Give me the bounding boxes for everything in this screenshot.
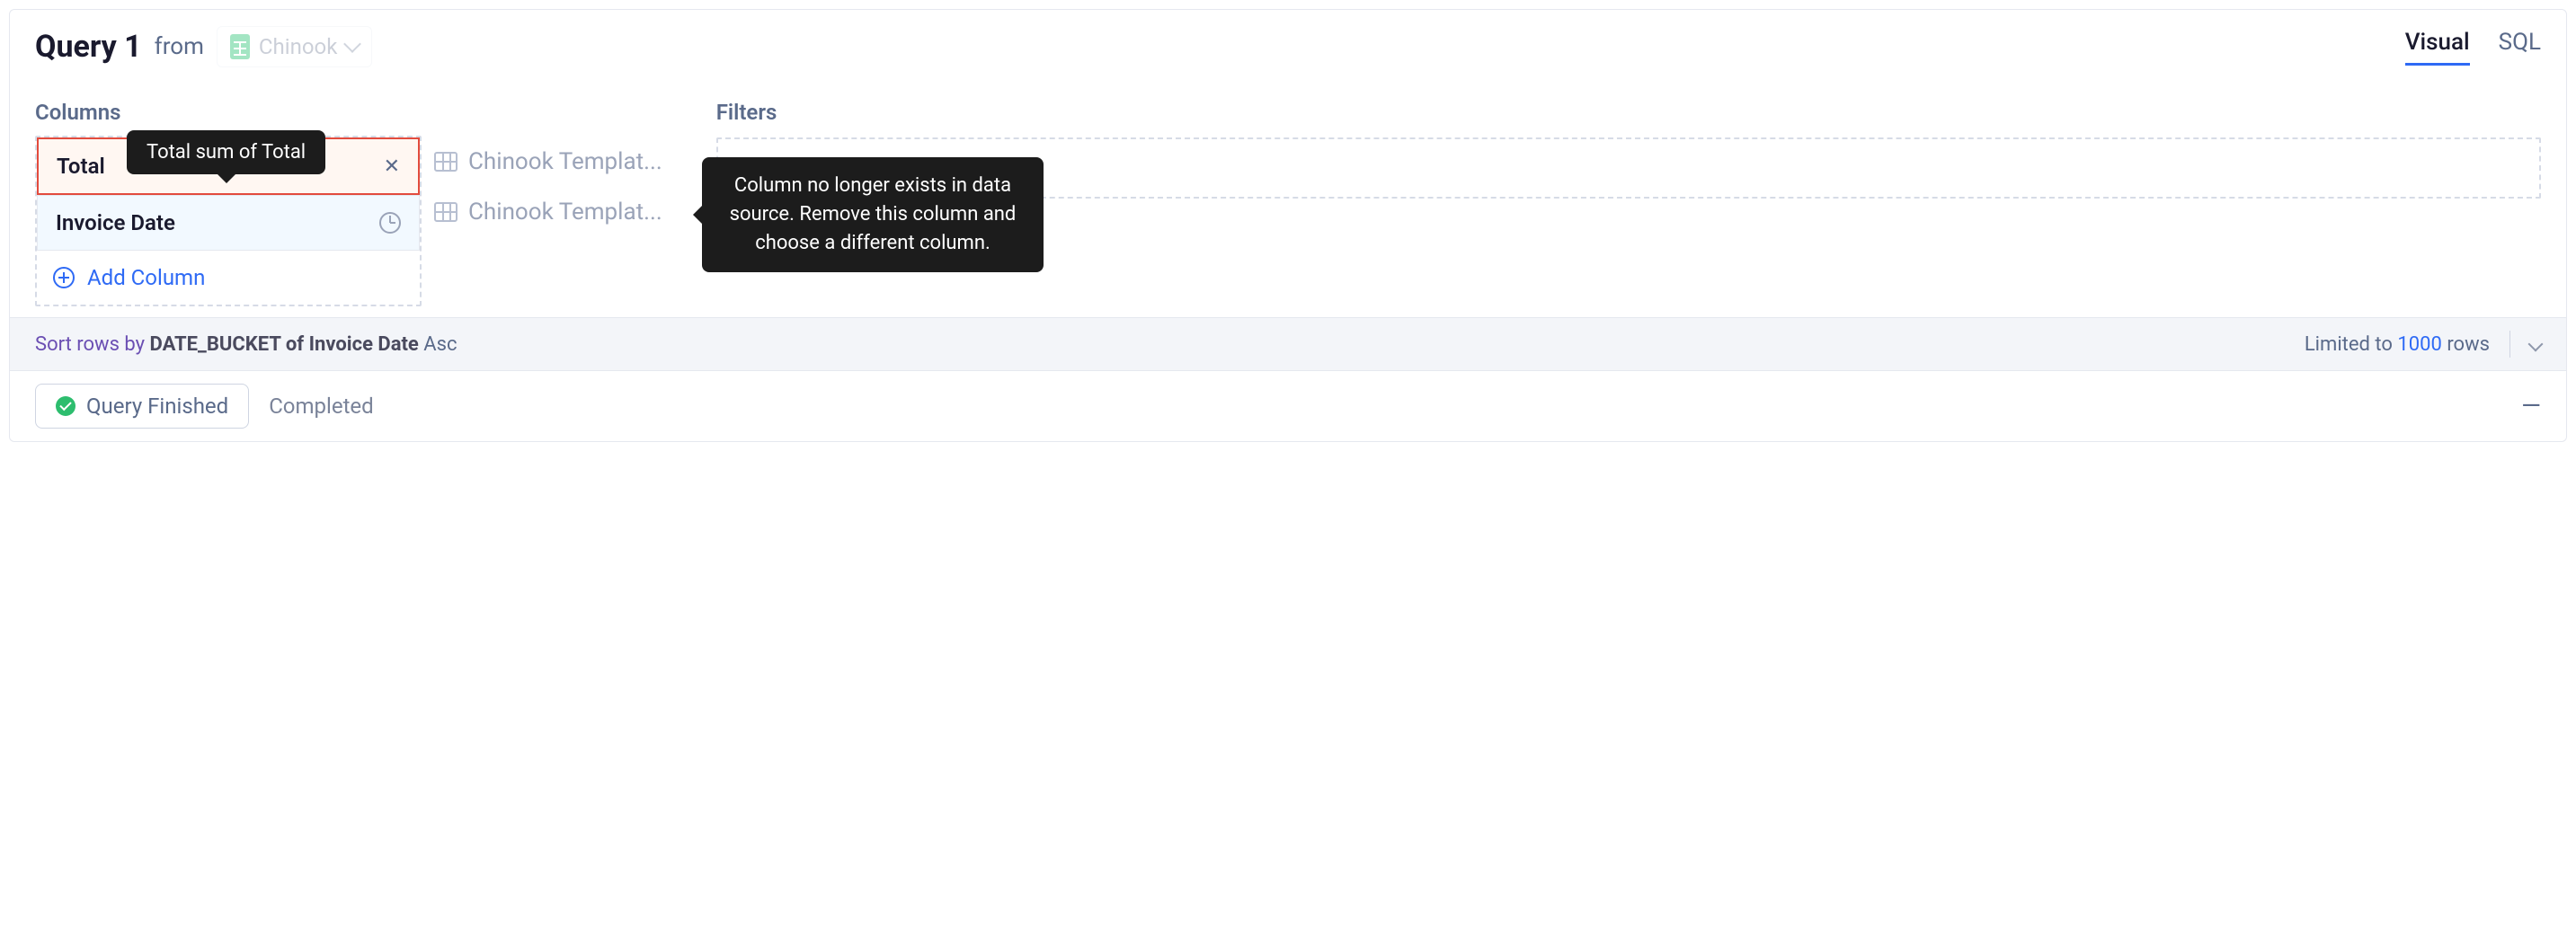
spreadsheet-icon xyxy=(230,34,250,59)
data-source-selector[interactable]: Chinook xyxy=(217,26,372,67)
status-text: Completed xyxy=(269,394,374,419)
header-row: Query 1 from Chinook Visual SQL xyxy=(10,10,2566,75)
table-icon xyxy=(434,152,457,172)
filters-header: Filters xyxy=(716,100,2541,125)
sort-prefix: Sort rows by xyxy=(35,333,150,356)
status-left: Query Finished Completed xyxy=(35,384,374,429)
template-ref[interactable]: Chinook Templat... xyxy=(434,148,662,175)
tab-sql[interactable]: SQL xyxy=(2499,29,2541,66)
tab-visual[interactable]: Visual xyxy=(2405,29,2470,66)
add-column-label: Add Column xyxy=(87,265,205,290)
clock-icon xyxy=(379,212,401,234)
limit-value: 1000 xyxy=(2397,333,2441,356)
table-icon xyxy=(434,202,457,222)
limit-text[interactable]: Limited to 1000 rows xyxy=(2305,333,2490,356)
column-item-invoice-date[interactable]: Invoice Date xyxy=(37,195,420,251)
sort-bar: Sort rows by DATE_BUCKET of Invoice Date… xyxy=(10,317,2566,370)
sort-field: DATE_BUCKET of Invoice Date xyxy=(150,333,419,356)
divider xyxy=(2509,331,2510,358)
chevron-down-icon xyxy=(343,35,361,53)
title-group: Query 1 from Chinook xyxy=(35,26,372,67)
minimize-button[interactable]: — xyxy=(2521,400,2541,412)
add-column-button[interactable]: Add Column xyxy=(37,251,420,305)
source-name: Chinook xyxy=(259,34,337,59)
query-status-chip[interactable]: Query Finished xyxy=(35,384,249,429)
sort-direction: Asc xyxy=(419,333,457,356)
template-ref[interactable]: Chinook Templat... xyxy=(434,199,662,226)
query-panel: Query 1 from Chinook Visual SQL Total su… xyxy=(9,9,2567,442)
limit-group: Limited to 1000 rows xyxy=(2305,331,2541,358)
status-chip-label: Query Finished xyxy=(86,394,228,419)
query-title[interactable]: Query 1 xyxy=(35,29,142,65)
builder-body: Total sum of Total Column no longer exis… xyxy=(10,75,2566,317)
column-label: Total xyxy=(57,154,105,179)
tooltip-column-summary: Total sum of Total xyxy=(127,130,325,174)
columns-header: Columns xyxy=(35,100,662,125)
remove-column-icon[interactable]: ✕ xyxy=(384,155,400,178)
column-label: Invoice Date xyxy=(56,210,175,235)
template-label: Chinook Templat... xyxy=(468,199,662,226)
sort-description[interactable]: Sort rows by DATE_BUCKET of Invoice Date… xyxy=(35,333,457,356)
plus-icon xyxy=(53,267,75,288)
check-icon xyxy=(56,396,76,416)
from-label: from xyxy=(155,33,204,60)
template-stack: Chinook Templat... Chinook Templat... xyxy=(434,136,662,306)
expand-limit-icon[interactable] xyxy=(2528,337,2544,352)
limit-prefix: Limited to xyxy=(2305,333,2398,356)
limit-suffix: rows xyxy=(2442,333,2490,356)
template-label: Chinook Templat... xyxy=(468,148,662,175)
status-bar: Query Finished Completed — xyxy=(10,370,2566,441)
tooltip-error: Column no longer exists in data source. … xyxy=(702,157,1044,272)
view-tabs: Visual SQL xyxy=(2405,29,2541,66)
